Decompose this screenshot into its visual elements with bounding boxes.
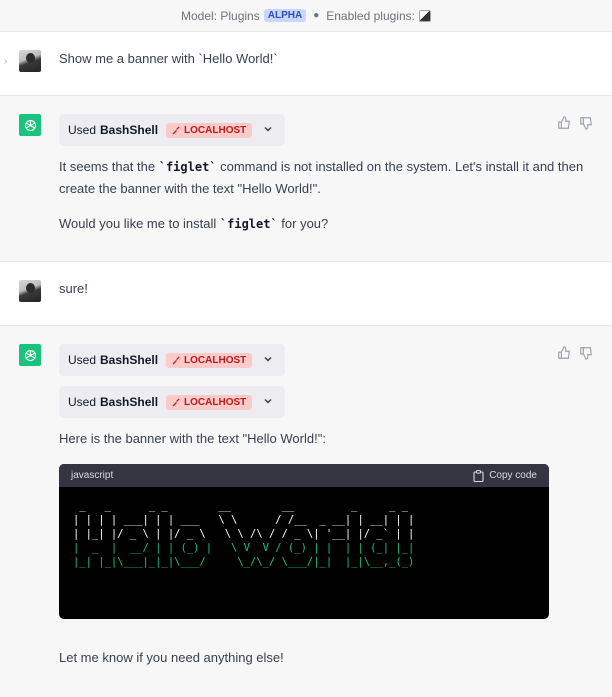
code-language-label: javascript [71,470,114,481]
alpha-badge: ALPHA [263,9,307,22]
chevron-down-icon [264,356,272,362]
chevron-down-icon [264,126,272,132]
code-content: _ _ _ _ __ __ _ _ _ | | | | ___| | | ___… [59,487,549,569]
model-label: Model: Plugins [181,8,260,23]
user-message-text: sure! [59,281,88,296]
plugin-used-label: Used [68,353,97,367]
thumbs-down-icon[interactable] [579,116,593,130]
user-avatar [19,50,41,72]
code-line: | _ | __/ | | (_) | \ V V / (_) | | | | … [73,542,415,554]
thumbs-up-icon[interactable] [557,116,571,130]
localhost-badge: LOCALHOST [166,352,253,368]
clipboard-icon [473,469,484,482]
assistant-outro-text: Let me know if you need anything else! [59,650,284,665]
wrench-icon [172,397,180,407]
separator-dot: ● [313,10,320,21]
openai-logo-icon [19,344,41,366]
chevron-down-icon [264,398,272,404]
enabled-plugins-label: Enabled plugins: [326,8,415,23]
thumbs-up-icon[interactable] [557,346,571,360]
plugin-usage-dropdown[interactable]: Used BashShell LOCALHOST [59,386,285,418]
plugin-usage-dropdown[interactable]: Used BashShell LOCALHOST [59,344,285,376]
localhost-badge: LOCALHOST [166,394,253,410]
wrench-icon [172,125,180,135]
code-block-header: javascript Copy code [59,464,549,487]
copy-code-label: Copy code [489,470,537,481]
thumbs-down-icon[interactable] [579,346,593,360]
assistant-text-paragraph-1: It seems that the `figlet` command is no… [59,159,584,196]
user-message-2: sure! [0,262,612,326]
feedback-buttons [557,116,593,130]
code-line: | |_| |/ _ \ | |/ _ \ \ \ /\ / / _ \| '_… [73,528,415,540]
user-avatar [19,280,41,302]
code-line: |_| |_|\___|_|_|\___/ \_/\_/ \___/|_| |_… [73,556,415,568]
user-message-text: Show me a banner with `Hello World!` [59,51,278,66]
chevron-right-icon[interactable]: › [4,56,7,67]
openai-logo-icon [19,114,41,136]
feedback-buttons [557,346,593,360]
user-message-1: › Show me a banner with `Hello World!` [0,32,612,96]
plugin-name: BashShell [100,123,159,137]
plugin-used-label: Used [68,123,97,137]
plugin-name: BashShell [100,395,159,409]
plugin-used-label: Used [68,395,97,409]
wrench-icon [172,355,180,365]
plugin-name: BashShell [100,353,159,367]
code-line: _ _ _ _ __ __ _ _ _ [73,500,415,512]
plugin-usage-dropdown[interactable]: Used BashShell LOCALHOST [59,114,285,146]
assistant-message-1: Used BashShell LOCALHOST It seems that t… [0,96,612,262]
code-line: | | | | ___| | | ___ \ \ / /__ _ __| | _… [73,514,415,526]
localhost-badge: LOCALHOST [166,122,253,138]
model-header: Model: Plugins ALPHA ● Enabled plugins: [0,0,612,32]
code-block: javascript Copy code _ _ _ _ __ __ _ _ _… [59,464,549,619]
assistant-text-paragraph-2: Would you like me to install `figlet` fo… [59,216,329,231]
plugin-icon[interactable] [418,9,431,22]
assistant-intro-text: Here is the banner with the text "Hello … [59,431,326,446]
copy-code-button[interactable]: Copy code [473,469,537,482]
